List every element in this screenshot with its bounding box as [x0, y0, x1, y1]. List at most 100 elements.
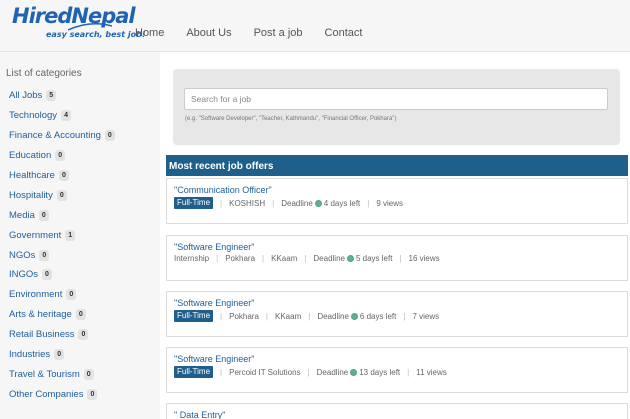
category-count-badge: 1 — [65, 229, 76, 241]
category-item[interactable]: All Jobs 5 — [9, 86, 115, 106]
job-company: Percoid IT Solutions — [229, 367, 301, 377]
category-item[interactable]: NGOs 0 — [9, 245, 115, 265]
category-count-badge: 0 — [87, 388, 98, 400]
category-count-badge: 0 — [58, 170, 69, 181]
main-nav: Home About Us Post a job Contact — [135, 27, 384, 39]
category-item[interactable]: Retail Business 0 — [9, 325, 115, 345]
job-card[interactable]: " Data Entry" — [166, 403, 628, 419]
category-list: All Jobs 5 Technology 4 Finance & Accounting… — [9, 86, 115, 404]
separator: | — [407, 367, 410, 377]
category-count-badge: 0 — [75, 309, 86, 321]
category-sidebar: List of categories All Jobs 5 Technology 4 F… — [0, 52, 160, 419]
separator: | — [220, 198, 223, 208]
separator: | — [265, 311, 268, 321]
job-title-link[interactable]: "Software Engineer" — [174, 298, 254, 308]
category-item[interactable]: Technology 4 — [9, 106, 115, 126]
job-meta: Full-Time | KOSHISH | Deadline 4 days left | 9 … — [174, 197, 403, 209]
job-views: 9 views — [376, 198, 404, 208]
job-search-input[interactable] — [184, 88, 608, 110]
clock-icon — [314, 199, 322, 207]
category-item[interactable]: Finance & Accounting 0 — [9, 126, 115, 146]
nav-about-us[interactable]: About Us — [186, 27, 231, 39]
job-company: KKaam — [271, 254, 298, 263]
job-card[interactable]: "Software Engineer" Internship | Pokhara | KK… — [166, 235, 628, 281]
category-label: Technology — [9, 110, 58, 122]
separator: | — [262, 254, 265, 263]
category-item[interactable]: Travel & Tourism 0 — [9, 364, 115, 384]
category-label: Healthcare — [9, 170, 55, 181]
category-count-badge: 0 — [56, 189, 67, 201]
job-deadline: 4 days left — [323, 198, 361, 208]
recent-jobs-header: Most recent job offers — [166, 155, 628, 176]
job-company: KOSHISH — [229, 198, 266, 208]
category-item[interactable]: Education 0 — [9, 146, 115, 166]
category-label: Environment — [9, 289, 63, 301]
job-meta: Full-Time | Pokhara | KKaam | Deadline 6 days l… — [174, 310, 439, 322]
category-count-badge: 0 — [38, 209, 49, 221]
category-count-badge: 0 — [39, 249, 50, 261]
category-label: All Jobs — [9, 90, 43, 102]
category-item[interactable]: Other Companies 0 — [9, 384, 115, 404]
category-item[interactable]: Industries 0 — [9, 345, 115, 365]
job-views: 16 views — [408, 254, 440, 263]
site-logo[interactable]: HiredNepal easy search, best job! — [12, 4, 146, 44]
category-item[interactable]: Media 0 — [9, 205, 115, 225]
category-label: INGOs — [9, 269, 39, 281]
category-count-badge: 0 — [83, 368, 94, 380]
job-title-link[interactable]: "Software Engineer" — [174, 354, 254, 364]
job-title-link[interactable]: "Software Engineer" — [174, 242, 254, 252]
category-label: Retail Business — [9, 329, 75, 341]
search-hint: (e.g. "Software Developer", "Teacher, Ka… — [185, 116, 397, 122]
job-type-badge: Full-Time — [174, 197, 214, 209]
category-item[interactable]: Arts & heritage 0 — [9, 305, 115, 325]
category-item[interactable]: Environment 0 — [9, 285, 115, 305]
category-count-badge: 0 — [104, 130, 115, 142]
job-company: KKaam — [275, 311, 302, 321]
search-panel: (e.g. "Software Developer", "Teacher, Ka… — [173, 69, 620, 145]
job-location: Pokhara — [225, 254, 256, 263]
clock-icon — [350, 368, 358, 376]
category-count-badge: 4 — [61, 110, 71, 122]
category-label: Government — [9, 229, 62, 241]
job-meta: Internship | Pokhara | KKaam | Deadline 5 days … — [174, 254, 440, 263]
job-deadline: 6 days left — [359, 311, 397, 321]
separator: | — [307, 367, 310, 377]
job-meta: Full-Time | Percoid IT Solutions | Deadline 1… — [174, 366, 447, 378]
sidebar-title: List of categories — [6, 68, 82, 79]
separator: | — [403, 311, 406, 321]
separator: | — [308, 311, 311, 321]
job-deadline: 13 days left — [359, 367, 401, 377]
job-title-link[interactable]: "Communication Officer" — [174, 185, 272, 195]
job-card[interactable]: "Software Engineer" Full-Time | Percoid IT … — [166, 347, 628, 393]
separator: | — [220, 367, 223, 377]
nav-contact[interactable]: Contact — [325, 27, 363, 39]
category-item[interactable]: Healthcare 0 — [9, 166, 115, 186]
separator: | — [304, 254, 307, 263]
separator: | — [399, 254, 402, 263]
separator: | — [220, 311, 223, 321]
logo-tagline: easy search, best job! — [46, 30, 146, 39]
job-card[interactable]: "Software Engineer" Full-Time | Pokhara | KKa… — [166, 291, 628, 337]
job-type-badge: Full-Time — [174, 310, 214, 322]
category-item[interactable]: INGOs 0 — [9, 265, 115, 285]
nav-home[interactable]: Home — [135, 27, 164, 39]
separator: | — [367, 198, 370, 208]
nav-post-a-job[interactable]: Post a job — [254, 27, 303, 39]
clock-icon — [346, 255, 354, 262]
clock-icon — [350, 312, 358, 320]
category-count-badge: 0 — [78, 329, 89, 341]
category-item[interactable]: Government 1 — [9, 225, 115, 245]
category-count-badge: 0 — [66, 289, 77, 301]
category-label: Hospitality — [9, 189, 53, 201]
deadline-label: Deadline — [281, 198, 313, 208]
job-card[interactable]: "Communication Officer" Full-Time | KOSHISH… — [166, 178, 628, 224]
deadline-label: Deadline — [317, 311, 349, 321]
deadline-label: Deadline — [316, 367, 349, 377]
category-label: Media — [9, 209, 35, 221]
job-views: 11 views — [416, 367, 447, 377]
job-type-badge: Full-Time — [174, 366, 214, 378]
category-count-badge: 5 — [46, 90, 57, 102]
category-item[interactable]: Hospitality 0 — [9, 185, 115, 205]
category-label: Education — [9, 150, 52, 162]
job-title-link[interactable]: " Data Entry" — [174, 410, 225, 419]
